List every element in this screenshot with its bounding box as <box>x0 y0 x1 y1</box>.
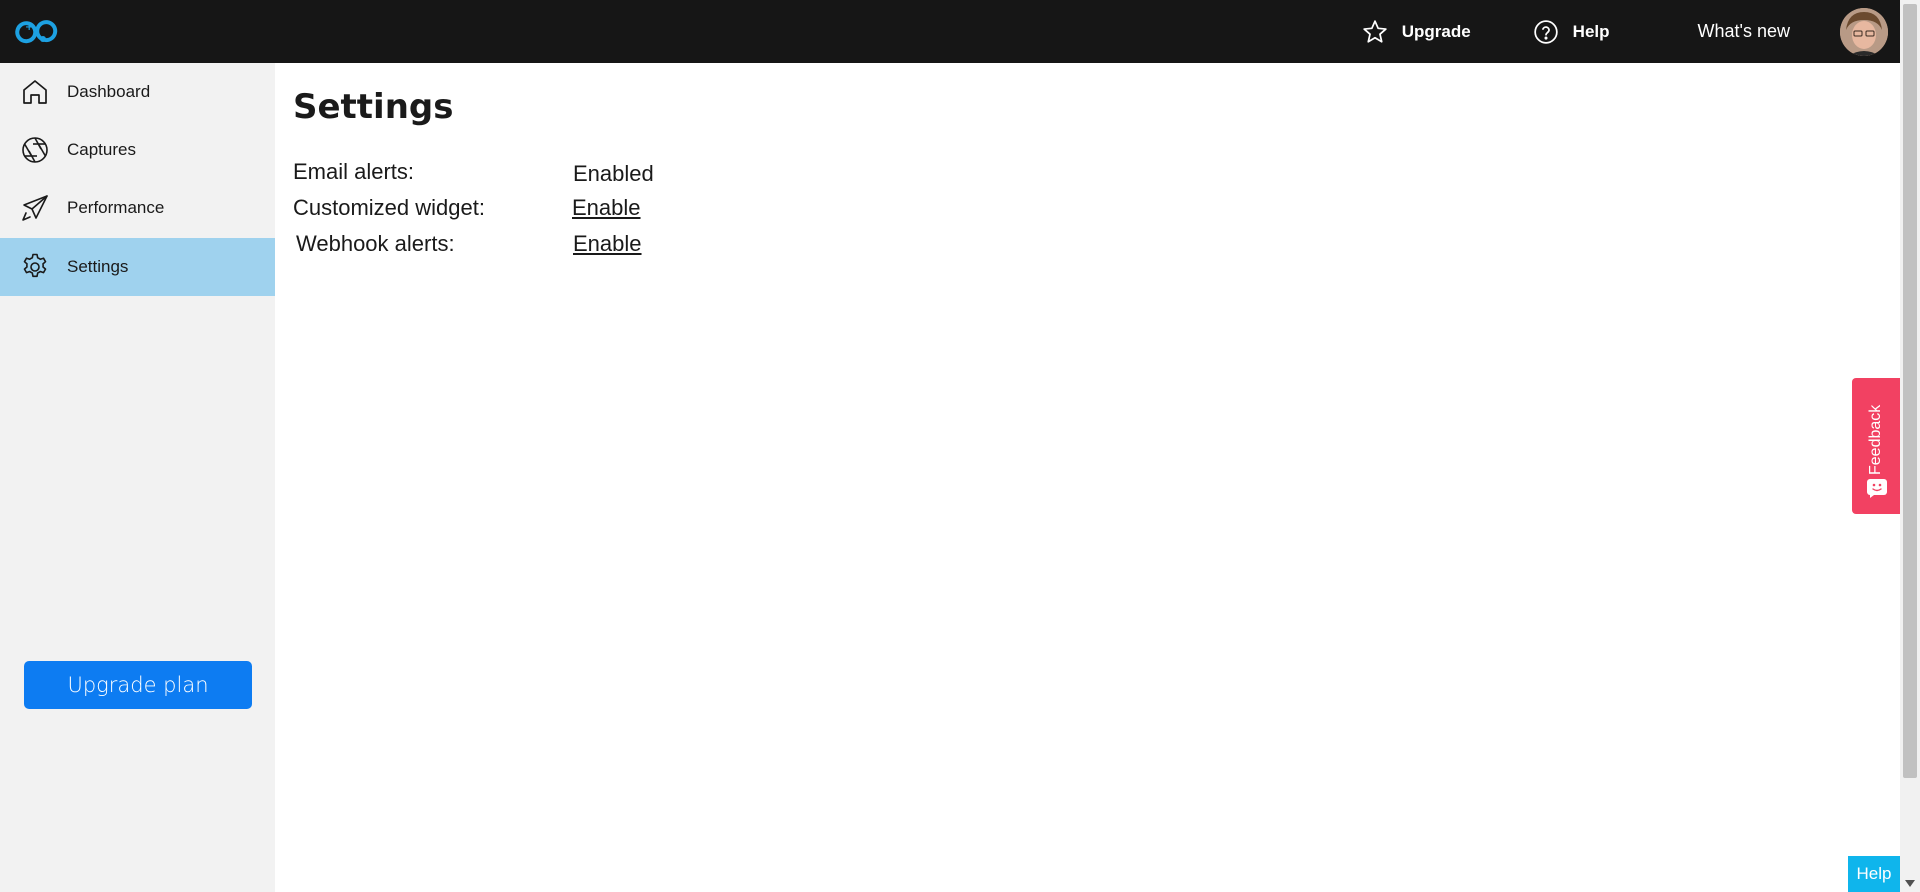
feedback-tab[interactable]: Feedback <box>1852 378 1900 514</box>
scroll-down-arrow-icon[interactable] <box>1905 880 1915 888</box>
setting-row-webhook-alerts: Webhook alerts: Enable <box>293 231 893 261</box>
setting-value: Enabled <box>573 161 654 186</box>
aperture-icon <box>22 137 48 163</box>
page-title: Settings <box>293 87 454 127</box>
upgrade-plan-button[interactable]: Upgrade plan <box>24 661 252 709</box>
home-icon <box>23 80 47 104</box>
star-icon <box>1363 19 1387 43</box>
avatar[interactable] <box>1840 7 1888 56</box>
page-scrollbar[interactable] <box>1900 0 1920 892</box>
setting-label: Webhook alerts: <box>296 231 455 256</box>
app-logo-icon[interactable]: + <box>14 8 60 54</box>
help-label: Help <box>1572 21 1610 41</box>
setting-label: Customized widget: <box>293 195 485 220</box>
help-link[interactable]: Help <box>1533 19 1610 45</box>
sidebar-item-dashboard[interactable]: Dashboard <box>0 63 275 121</box>
enable-webhook-alerts-link[interactable]: Enable <box>573 231 642 257</box>
svg-text:+: + <box>25 22 33 33</box>
smiley-chat-icon <box>1867 479 1887 498</box>
gear-icon <box>23 253 47 278</box>
sidebar-item-label: Dashboard <box>67 82 151 101</box>
setting-row-email-alerts: Email alerts: Enabled <box>293 159 893 189</box>
feedback-label: Feedback <box>1867 404 1884 476</box>
sidebar-item-label: Settings <box>67 257 129 276</box>
setting-row-customized-widget: Customized widget: Enable <box>293 195 893 225</box>
sidebar-item-performance[interactable]: Performance <box>0 179 275 237</box>
enable-customized-widget-link[interactable]: Enable <box>572 195 641 221</box>
main-content: Settings Email alerts: Enabled Customize… <box>275 63 1900 892</box>
scrollbar-thumb[interactable] <box>1903 4 1917 778</box>
sidebar-item-label: Performance <box>67 198 165 217</box>
whats-new-label: What's new <box>1697 21 1790 41</box>
sidebar: Dashboard Captures Performance Settings … <box>0 63 275 892</box>
setting-label: Email alerts: <box>293 159 415 184</box>
sidebar-item-label: Captures <box>67 140 136 159</box>
whats-new-link[interactable]: What's new <box>1698 21 1790 42</box>
top-bar: + Upgrade Help What's new <box>0 0 1900 63</box>
question-circle-icon <box>1533 19 1558 44</box>
upgrade-label: Upgrade <box>1401 21 1471 41</box>
sidebar-item-settings[interactable]: Settings <box>0 238 275 296</box>
sidebar-item-captures[interactable]: Captures <box>0 121 275 179</box>
upgrade-link[interactable]: Upgrade <box>1362 19 1471 45</box>
rocket-icon <box>22 195 48 221</box>
user-avatar-icon <box>1840 7 1888 56</box>
help-widget-button[interactable]: Help <box>1848 856 1900 892</box>
